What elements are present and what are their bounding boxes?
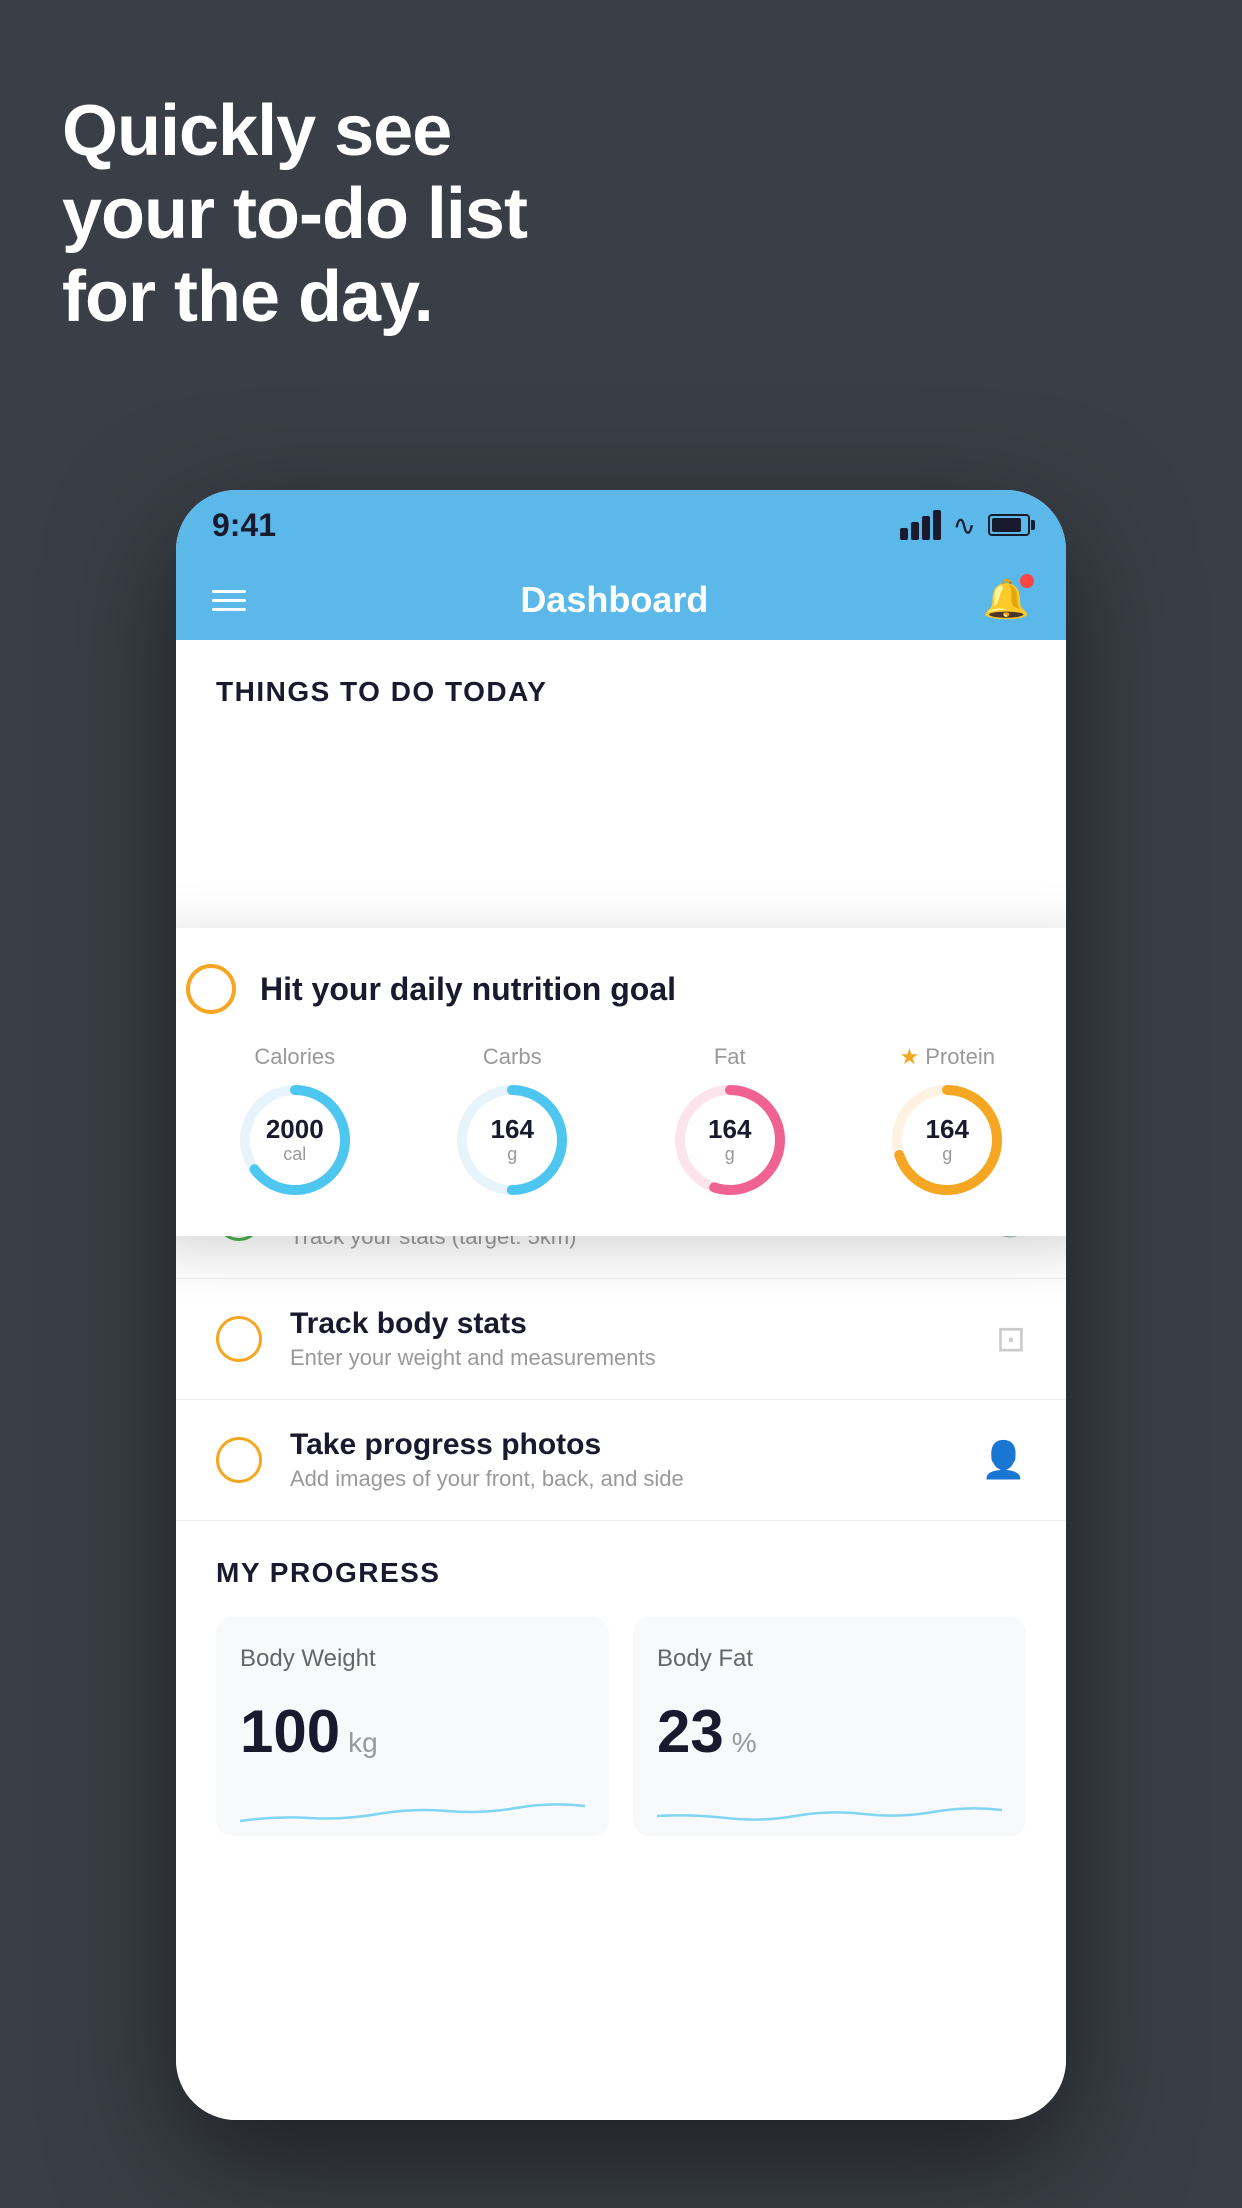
body-stats-subtitle: Enter your weight and measurements bbox=[290, 1345, 968, 1371]
progress-cards: Body Weight 100 kg Body Fat bbox=[216, 1617, 1026, 1836]
photos-title: Take progress photos bbox=[290, 1428, 953, 1462]
scale-icon: ⊡ bbox=[996, 1318, 1026, 1360]
nutrition-metrics: Calories 2000 cal bbox=[186, 1044, 1056, 1200]
carbs-value: 164 bbox=[491, 1115, 534, 1144]
header-title: Dashboard bbox=[520, 579, 708, 621]
photos-subtitle: Add images of your front, back, and side bbox=[290, 1466, 953, 1492]
hamburger-menu-icon[interactable] bbox=[212, 590, 246, 611]
my-progress-section: MY PROGRESS Body Weight 100 kg bbox=[176, 1521, 1066, 1856]
body-fat-number: 23 bbox=[657, 1697, 724, 1766]
hero-text: Quickly see your to-do list for the day. bbox=[62, 90, 527, 338]
phone-content: THINGS TO DO TODAY Hit your daily nutrit… bbox=[176, 640, 1066, 2120]
body-fat-card[interactable]: Body Fat 23 % bbox=[633, 1617, 1026, 1836]
protein-star-icon: ★ bbox=[900, 1044, 920, 1070]
todo-item-body-stats[interactable]: Track body stats Enter your weight and m… bbox=[176, 1279, 1066, 1400]
body-weight-number: 100 bbox=[240, 1697, 340, 1766]
carbs-label: Carbs bbox=[483, 1044, 542, 1070]
body-weight-chart bbox=[240, 1786, 585, 1836]
fat-metric: Fat 164 g bbox=[670, 1044, 790, 1200]
calories-metric: Calories 2000 cal bbox=[235, 1044, 355, 1200]
things-to-do-heading: THINGS TO DO TODAY bbox=[176, 640, 1066, 728]
calories-unit: cal bbox=[266, 1144, 324, 1165]
protein-donut: 164 g bbox=[887, 1080, 1007, 1200]
person-icon: 👤 bbox=[981, 1439, 1026, 1481]
calories-donut: 2000 cal bbox=[235, 1080, 355, 1200]
todo-item-photos[interactable]: Take progress photos Add images of your … bbox=[176, 1400, 1066, 1521]
body-fat-unit: % bbox=[732, 1727, 757, 1759]
body-weight-unit: kg bbox=[348, 1727, 378, 1759]
phone-frame: 9:41 ∿ Dashboard 🔔 THINGS TO DO TODAY bbox=[176, 490, 1066, 2120]
bell-icon[interactable]: 🔔 bbox=[983, 578, 1030, 622]
battery-icon bbox=[988, 514, 1030, 536]
protein-unit: g bbox=[926, 1144, 969, 1165]
wifi-icon: ∿ bbox=[953, 509, 976, 542]
status-icons: ∿ bbox=[900, 509, 1030, 542]
nutrition-checkbox[interactable] bbox=[186, 964, 236, 1014]
app-header: Dashboard 🔔 bbox=[176, 560, 1066, 640]
hero-line1: Quickly see bbox=[62, 90, 527, 173]
carbs-unit: g bbox=[491, 1144, 534, 1165]
protein-label: ★ Protein bbox=[900, 1044, 995, 1070]
body-weight-value-container: 100 kg bbox=[240, 1697, 585, 1766]
nutrition-card-header: Hit your daily nutrition goal bbox=[186, 964, 1056, 1014]
fat-unit: g bbox=[708, 1144, 751, 1165]
content-wrapper: Hit your daily nutrition goal Calories bbox=[176, 728, 1066, 1856]
body-weight-card[interactable]: Body Weight 100 kg bbox=[216, 1617, 609, 1836]
calories-label: Calories bbox=[254, 1044, 335, 1070]
nutrition-card: Hit your daily nutrition goal Calories bbox=[176, 928, 1066, 1236]
calories-value: 2000 bbox=[266, 1115, 324, 1144]
status-time: 9:41 bbox=[212, 507, 276, 544]
status-bar: 9:41 ∿ bbox=[176, 490, 1066, 560]
carbs-donut: 164 g bbox=[452, 1080, 572, 1200]
signal-bars-icon bbox=[900, 510, 941, 540]
body-stats-title: Track body stats bbox=[290, 1307, 968, 1341]
body-weight-title: Body Weight bbox=[240, 1645, 585, 1673]
fat-value: 164 bbox=[708, 1115, 751, 1144]
notification-dot bbox=[1020, 574, 1034, 588]
carbs-metric: Carbs 164 g bbox=[452, 1044, 572, 1200]
protein-metric: ★ Protein 164 g bbox=[887, 1044, 1007, 1200]
hero-line2: your to-do list bbox=[62, 173, 527, 256]
hero-line3: for the day. bbox=[62, 256, 527, 339]
my-progress-heading: MY PROGRESS bbox=[216, 1557, 1026, 1589]
photos-checkbox[interactable] bbox=[216, 1437, 262, 1483]
nutrition-card-title: Hit your daily nutrition goal bbox=[260, 971, 676, 1008]
body-stats-checkbox[interactable] bbox=[216, 1316, 262, 1362]
body-fat-value-container: 23 % bbox=[657, 1697, 1002, 1766]
photos-text: Take progress photos Add images of your … bbox=[290, 1428, 953, 1492]
protein-value: 164 bbox=[926, 1115, 969, 1144]
fat-donut: 164 g bbox=[670, 1080, 790, 1200]
body-fat-chart bbox=[657, 1786, 1002, 1836]
body-fat-title: Body Fat bbox=[657, 1645, 1002, 1673]
body-stats-text: Track body stats Enter your weight and m… bbox=[290, 1307, 968, 1371]
fat-label: Fat bbox=[714, 1044, 746, 1070]
